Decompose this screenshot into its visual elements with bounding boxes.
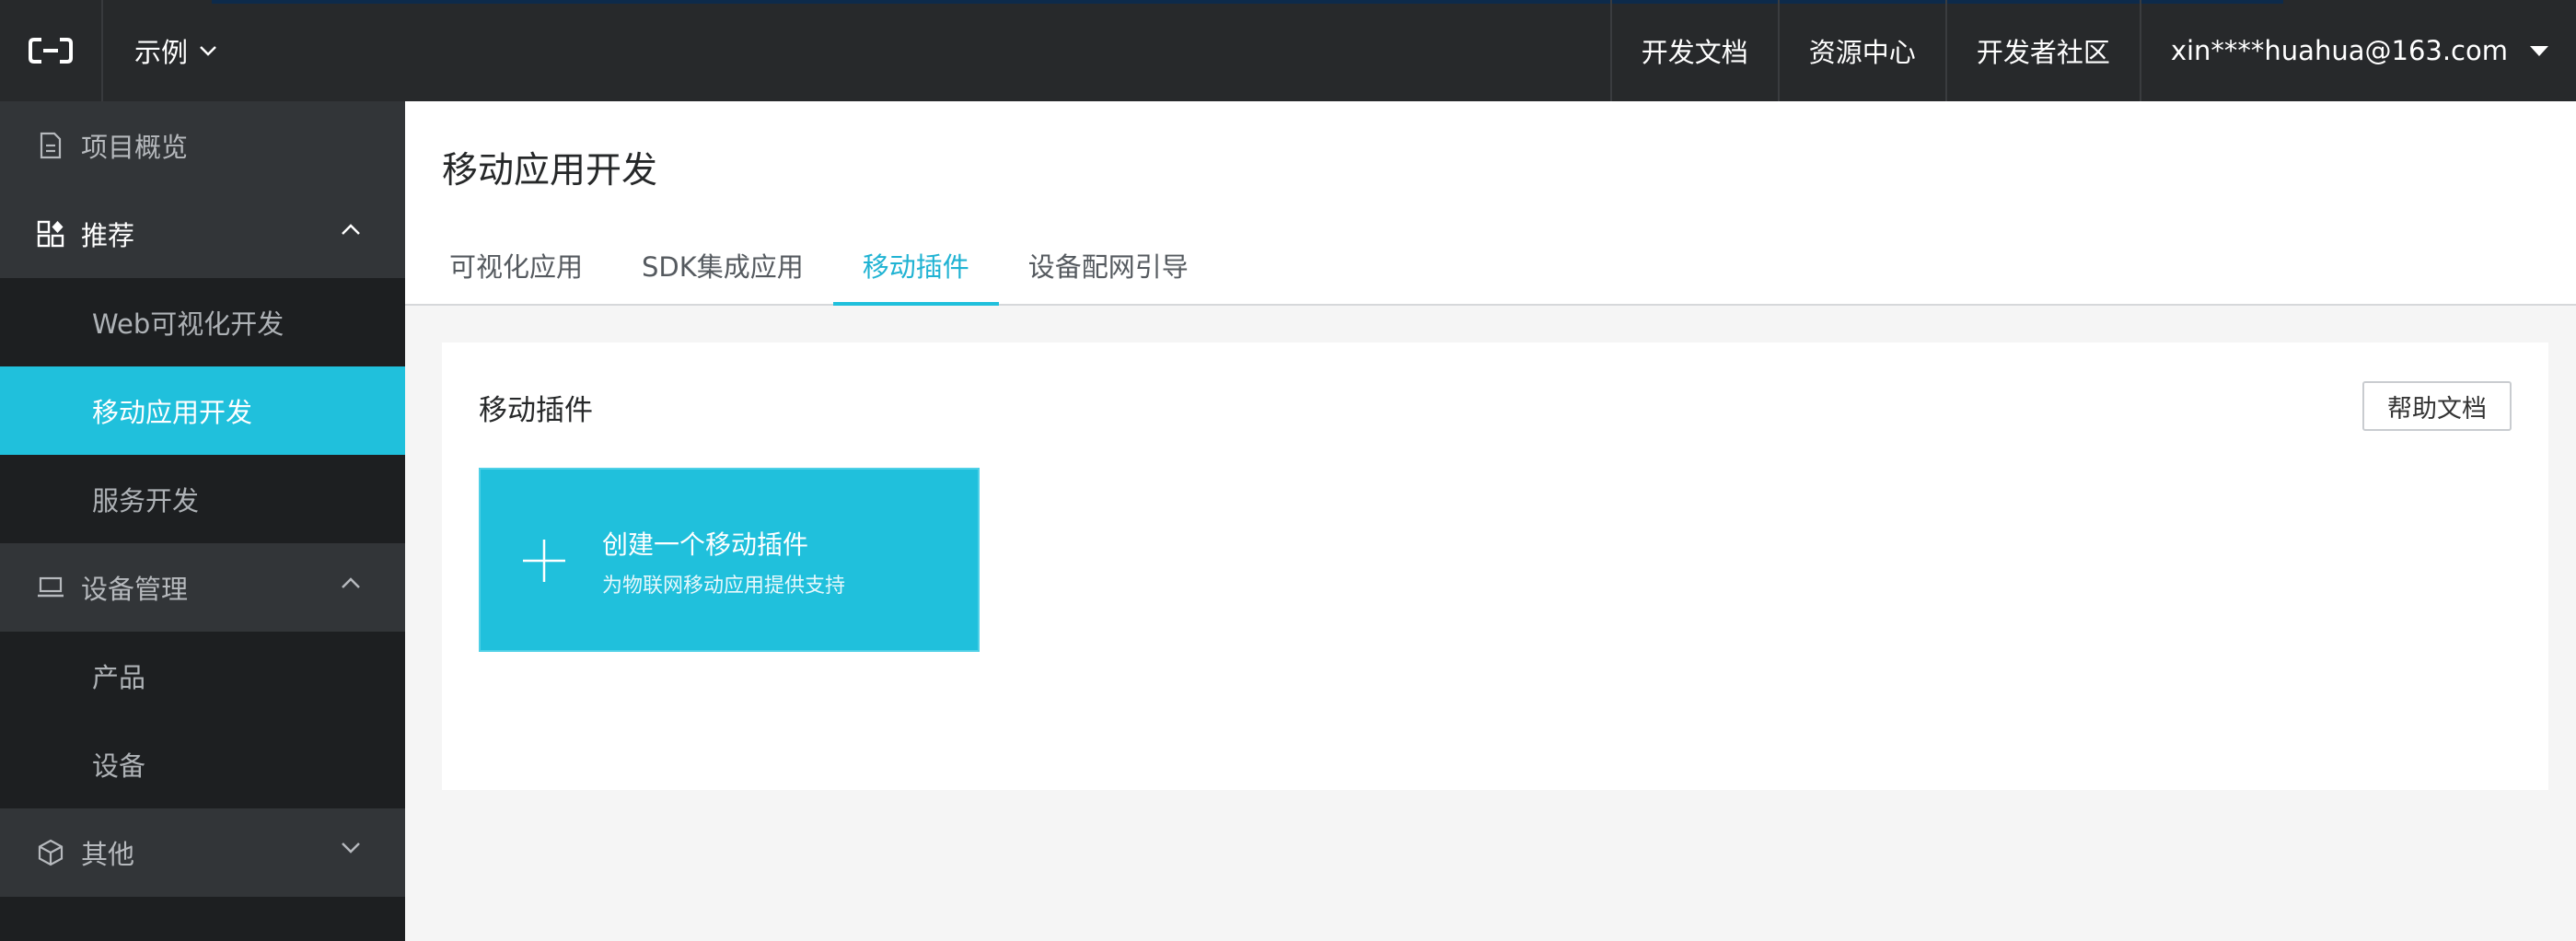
create-plugin-title: 创建一个移动插件 xyxy=(602,529,809,560)
sidebar-group-recommend[interactable]: 推荐 xyxy=(0,190,405,278)
plus-icon xyxy=(523,540,565,582)
create-plugin-tile[interactable]: 创建一个移动插件 为物联网移动应用提供支持 xyxy=(479,468,980,652)
page-header: 移动应用开发 可视化应用 SDK集成应用 移动插件 设备配网引导 xyxy=(405,101,2576,306)
chevron-up-icon xyxy=(342,577,360,588)
project-name: 示例 xyxy=(134,37,189,68)
chevron-up-icon xyxy=(342,224,360,235)
cube-icon xyxy=(35,837,66,868)
help-docs-button[interactable]: 帮助文档 xyxy=(2362,381,2512,431)
logo-button[interactable] xyxy=(0,0,103,101)
nav-resource-center[interactable]: 资源中心 xyxy=(1777,0,1945,101)
aliyun-logo-icon xyxy=(29,38,73,64)
user-menu[interactable]: xin****huahua@163.com xyxy=(2139,0,2576,101)
nav-dev-docs[interactable]: 开发文档 xyxy=(1609,0,1778,101)
chevron-down-icon xyxy=(200,46,216,56)
top-bar: 示例 开发文档 资源中心 开发者社区 xin****huahua@163.com xyxy=(0,0,2576,101)
document-icon xyxy=(35,130,66,161)
sidebar-group-label: 设备管理 xyxy=(81,574,189,605)
top-nav: 开发文档 资源中心 开发者社区 xin****huahua@163.com xyxy=(1609,0,2576,101)
grid-icon xyxy=(35,218,66,250)
sidebar-item-product[interactable]: 产品 xyxy=(0,632,405,720)
user-email: xin****huahua@163.com xyxy=(2170,35,2508,66)
tab-visual-app[interactable]: 可视化应用 xyxy=(420,239,612,302)
chevron-down-icon xyxy=(342,842,360,854)
sidebar: 项目概览 推荐 Web可视化开发 移动应用开发 服务开发 设备管理 产品 设备 … xyxy=(0,101,405,941)
sidebar-item-label: 项目概览 xyxy=(81,132,189,163)
project-switcher[interactable]: 示例 xyxy=(103,0,282,101)
caret-down-icon xyxy=(2530,45,2548,56)
sidebar-group-label: 其他 xyxy=(81,839,135,870)
card-title: 移动插件 xyxy=(479,394,593,427)
sidebar-group-device-mgmt[interactable]: 设备管理 xyxy=(0,543,405,632)
laptop-icon xyxy=(35,572,66,603)
plugin-card: 移动插件 帮助文档 创建一个移动插件 为物联网移动应用提供支持 xyxy=(442,343,2548,790)
sidebar-item-device[interactable]: 设备 xyxy=(0,720,405,808)
sidebar-group-other[interactable]: 其他 xyxy=(0,808,405,897)
tab-bar: 可视化应用 SDK集成应用 移动插件 设备配网引导 xyxy=(420,239,1218,306)
sidebar-group-label: 推荐 xyxy=(81,220,135,251)
sidebar-item-mobile-app[interactable]: 移动应用开发 xyxy=(0,366,405,455)
tab-mobile-plugin[interactable]: 移动插件 xyxy=(832,239,999,306)
sidebar-item-overview[interactable]: 项目概览 xyxy=(0,101,405,190)
sidebar-item-web-visual[interactable]: Web可视化开发 xyxy=(0,278,405,366)
create-plugin-subtitle: 为物联网移动应用提供支持 xyxy=(602,575,846,598)
sidebar-item-service[interactable]: 服务开发 xyxy=(0,455,405,543)
nav-dev-community[interactable]: 开发者社区 xyxy=(1944,0,2140,101)
tab-sdk-app[interactable]: SDK集成应用 xyxy=(612,239,833,302)
page-title: 移动应用开发 xyxy=(442,150,658,192)
tab-network-guide[interactable]: 设备配网引导 xyxy=(999,239,1218,302)
